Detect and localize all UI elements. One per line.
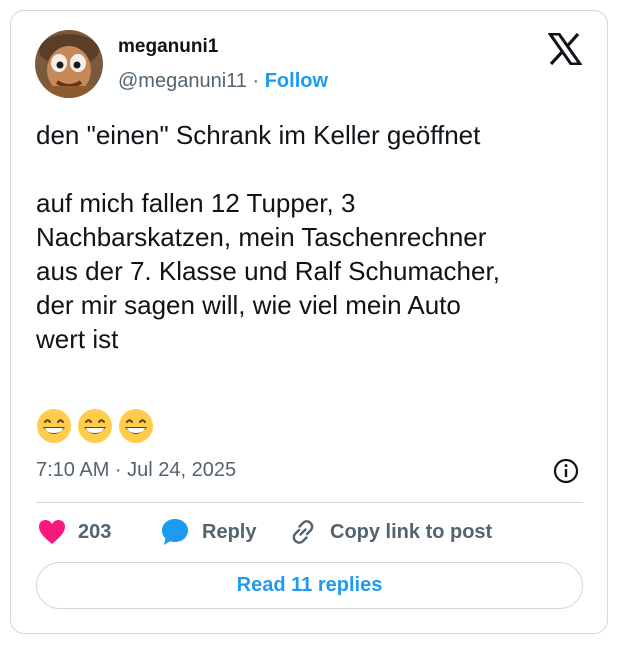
grinning-face-icon [37,409,71,443]
read-replies-label: Read 11 replies [236,574,383,596]
author-display-name[interactable]: meganuni1 [118,36,218,58]
reply-button[interactable]: Reply [160,516,256,548]
divider [36,502,583,503]
grinning-face-icon [119,409,153,443]
emoji-row [36,408,154,446]
author-handle[interactable]: @meganuni11 [118,70,247,92]
tweet-text: den "einen" Schrank im Keller geöffnet a… [36,120,500,354]
heart-icon [39,520,65,544]
reply-bubble-icon [162,519,188,545]
handle-separator: · [252,70,260,92]
muppet-avatar-icon [35,30,103,98]
link-icon [292,520,314,544]
copy-link-label: Copy link to post [330,520,493,543]
tweet-timestamp[interactable]: 7:10 AM · Jul 24, 2025 [36,459,236,482]
info-icon[interactable] [553,458,579,484]
x-logo-icon[interactable] [547,32,583,66]
follow-button[interactable]: Follow [265,70,328,92]
like-button[interactable]: 203 [38,516,111,548]
reply-label: Reply [202,520,257,543]
author-avatar[interactable] [35,30,103,98]
read-replies-button[interactable]: Read 11 replies [36,562,583,609]
copy-link-button[interactable]: Copy link to post [288,516,492,548]
grinning-face-icon [78,409,112,443]
like-count: 203 [78,520,112,543]
author-handle-row: @meganuni11 · Follow [118,70,328,93]
